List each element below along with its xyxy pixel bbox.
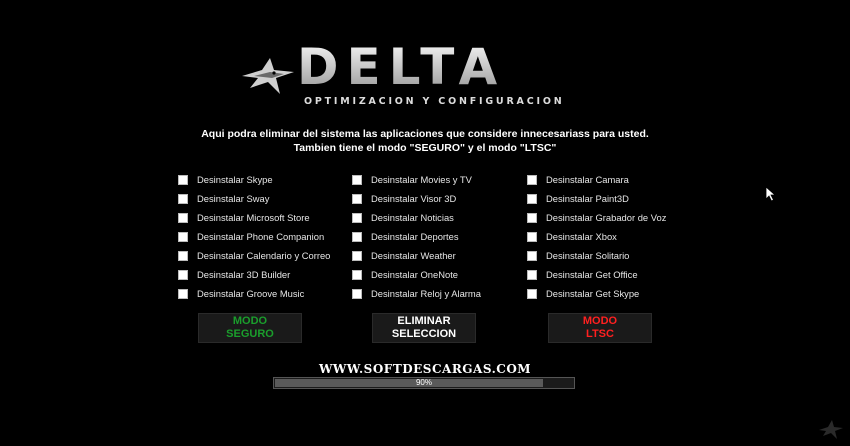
checkbox[interactable] (178, 288, 188, 299)
option-grabador-voz[interactable]: Desinstalar Grabador de Voz (527, 212, 666, 223)
button-label-line-2: LTSC (586, 328, 614, 340)
option-label: Desinstalar Calendario y Correo (197, 250, 331, 261)
checkbox[interactable] (352, 250, 362, 261)
option-label: Desinstalar Camara (546, 174, 629, 185)
checkbox[interactable] (178, 231, 188, 242)
checkbox[interactable] (178, 212, 188, 223)
option-label: Desinstalar Get Office (546, 269, 638, 280)
option-label: Desinstalar Xbox (546, 231, 617, 242)
checkbox[interactable] (178, 193, 188, 204)
bird-corner-icon (819, 420, 843, 439)
option-phone-companion[interactable]: Desinstalar Phone Companion (178, 231, 324, 242)
app-window: DELTA OPTIMIZACION Y CONFIGURACION Aqui … (0, 0, 850, 446)
checkbox[interactable] (352, 193, 362, 204)
button-label-line-1: MODO (232, 315, 268, 327)
modo-ltsc-button[interactable]: MODO LTSC (548, 313, 652, 343)
checkbox[interactable] (352, 231, 362, 242)
logo-title: DELTA (297, 38, 506, 96)
option-get-office[interactable]: Desinstalar Get Office (527, 269, 638, 280)
option-xbox[interactable]: Desinstalar Xbox (527, 231, 617, 242)
option-label: Desinstalar Microsoft Store (197, 212, 310, 223)
option-paint3d[interactable]: Desinstalar Paint3D (527, 193, 629, 204)
option-onenote[interactable]: Desinstalar OneNote (352, 269, 458, 280)
option-label: Desinstalar Noticias (371, 212, 454, 223)
option-label: Desinstalar Paint3D (546, 193, 629, 204)
option-sway[interactable]: Desinstalar Sway (178, 193, 269, 204)
checkbox[interactable] (527, 193, 537, 204)
description-line-2: Tambien tiene el modo "SEGURO" y el modo… (293, 142, 557, 154)
option-camara[interactable]: Desinstalar Camara (527, 174, 629, 185)
option-3d-builder[interactable]: Desinstalar 3D Builder (178, 269, 290, 280)
option-weather[interactable]: Desinstalar Weather (352, 250, 456, 261)
option-visor-3d[interactable]: Desinstalar Visor 3D (352, 193, 456, 204)
option-label: Desinstalar Sway (197, 193, 270, 204)
option-label: Desinstalar Solitario (546, 250, 630, 261)
option-label: Desinstalar Grabador de Voz (546, 212, 667, 223)
checkbox[interactable] (527, 212, 537, 223)
option-reloj-alarma[interactable]: Desinstalar Reloj y Alarma (352, 288, 481, 299)
eliminar-seleccion-button[interactable]: ELIMINAR SELECCION (372, 313, 476, 343)
delta-logo: DELTA OPTIMIZACION Y CONFIGURACION (240, 42, 570, 110)
option-groove-music[interactable]: Desinstalar Groove Music (178, 288, 304, 299)
option-microsoft-store[interactable]: Desinstalar Microsoft Store (178, 212, 310, 223)
checkbox[interactable] (527, 250, 537, 261)
option-deportes[interactable]: Desinstalar Deportes (352, 231, 459, 242)
button-label-line-2: SELECCION (391, 328, 457, 340)
option-label: Desinstalar Reloj y Alarma (371, 288, 481, 299)
checkbox[interactable] (352, 174, 362, 185)
option-get-skype[interactable]: Desinstalar Get Skype (527, 288, 639, 299)
mouse-cursor-icon (765, 186, 777, 202)
logo-subtitle: OPTIMIZACION Y CONFIGURACION (304, 96, 565, 107)
option-label: Desinstalar Weather (371, 250, 456, 261)
option-label: Desinstalar Skype (197, 174, 273, 185)
description-line-1: Aqui podra eliminar del sistema las apli… (201, 128, 649, 140)
checkbox[interactable] (527, 269, 537, 280)
checkbox[interactable] (178, 174, 188, 185)
option-label: Desinstalar Visor 3D (371, 193, 457, 204)
option-label: Desinstalar OneNote (371, 269, 459, 280)
checkbox[interactable] (527, 288, 537, 299)
option-label: Desinstalar Get Skype (546, 288, 640, 299)
checkbox[interactable] (352, 212, 362, 223)
checkbox[interactable] (178, 250, 188, 261)
checkbox[interactable] (352, 269, 362, 280)
checkbox[interactable] (178, 269, 188, 280)
checkbox[interactable] (352, 288, 362, 299)
bird-logo-icon (242, 58, 294, 94)
button-label-line-1: MODO (582, 315, 618, 327)
button-label-line-1: ELIMINAR (397, 315, 451, 327)
option-label: Desinstalar Deportes (371, 231, 459, 242)
checkbox[interactable] (527, 231, 537, 242)
watermark-text: WWW.SOFTDESCARGAS.COM (318, 362, 532, 376)
option-label: Desinstalar Groove Music (197, 288, 305, 299)
progress-bar: 90% (273, 377, 575, 389)
option-label: Desinstalar Phone Companion (197, 231, 325, 242)
option-noticias[interactable]: Desinstalar Noticias (352, 212, 454, 223)
option-solitario[interactable]: Desinstalar Solitario (527, 250, 629, 261)
option-label: Desinstalar 3D Builder (197, 269, 291, 280)
option-skype[interactable]: Desinstalar Skype (178, 174, 273, 185)
modo-seguro-button[interactable]: MODO SEGURO (198, 313, 302, 343)
button-label-line-2: SEGURO (226, 328, 274, 340)
option-label: Desinstalar Movies y TV (371, 174, 472, 185)
option-movies-tv[interactable]: Desinstalar Movies y TV (352, 174, 472, 185)
progress-label: 90% (415, 378, 432, 387)
option-calendario-correo[interactable]: Desinstalar Calendario y Correo (178, 250, 330, 261)
checkbox[interactable] (527, 174, 537, 185)
